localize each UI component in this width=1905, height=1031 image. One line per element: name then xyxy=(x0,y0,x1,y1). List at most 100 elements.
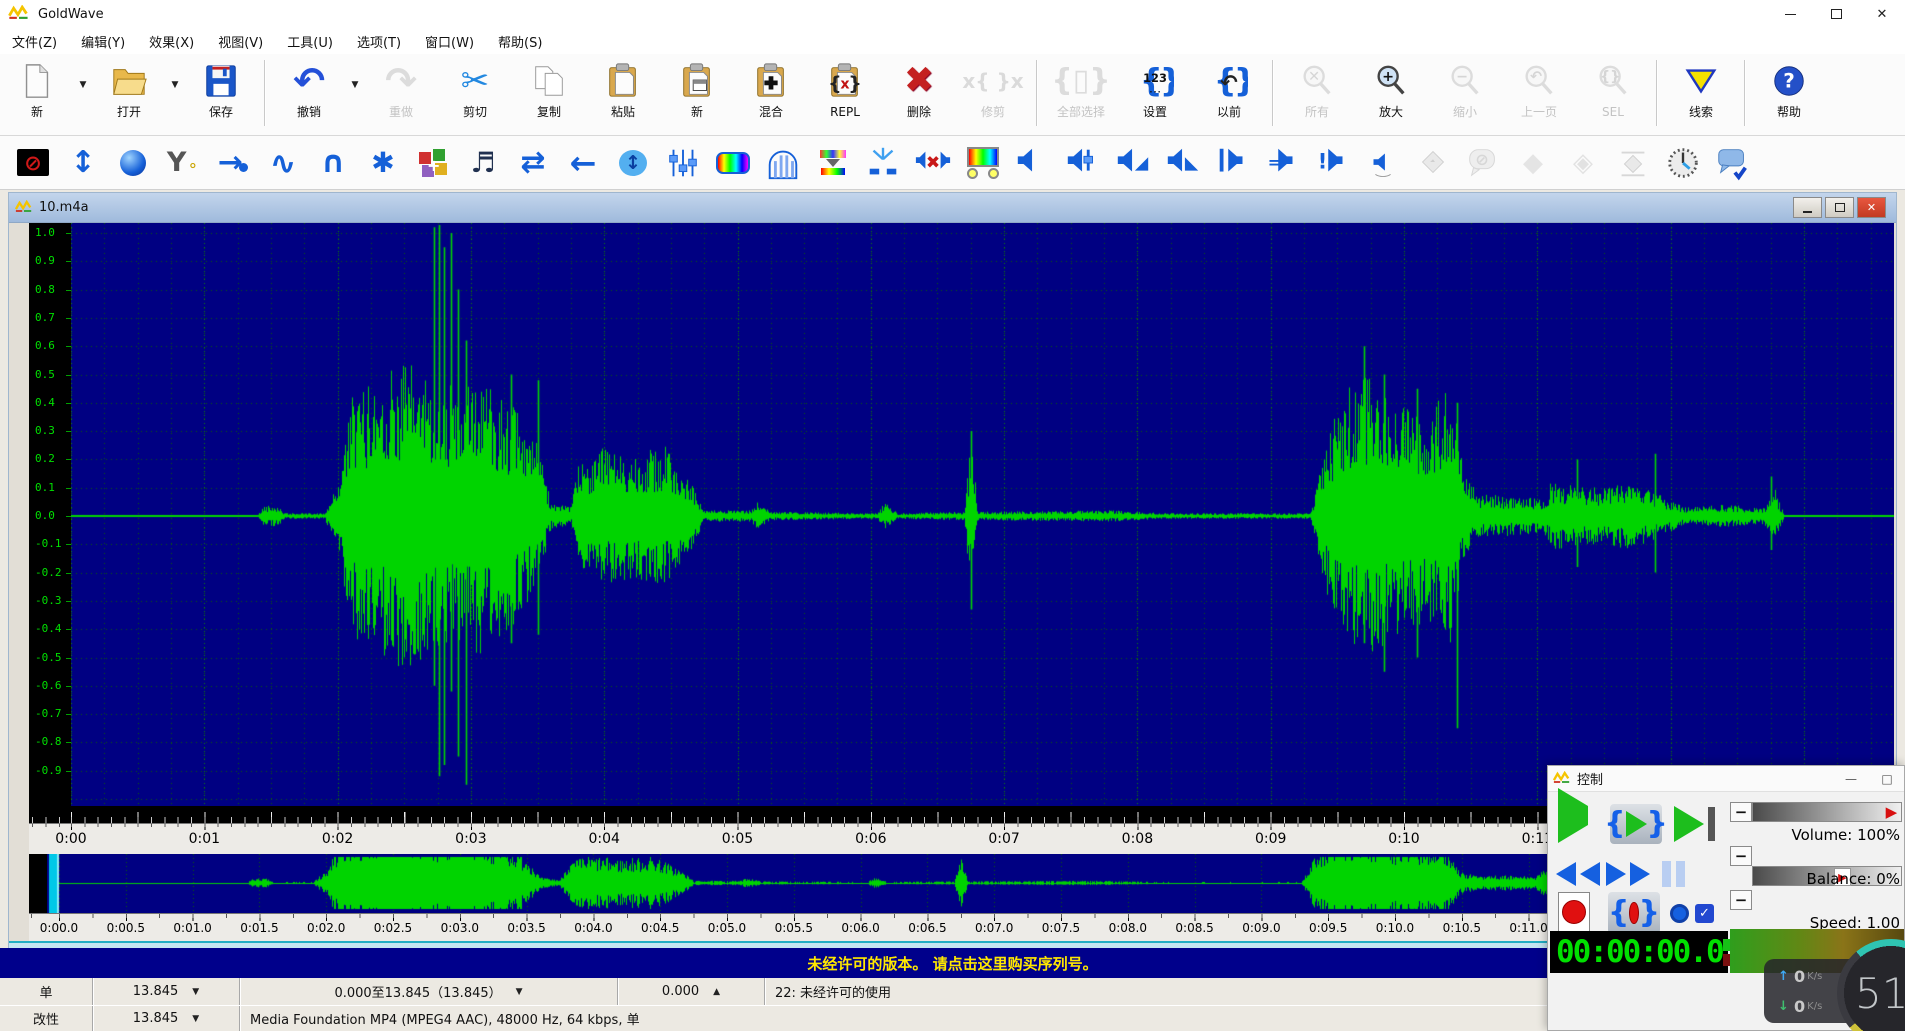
effect-button-offset[interactable]: ↕ xyxy=(614,143,652,183)
effect-button-volume-adjust[interactable] xyxy=(1064,143,1102,183)
app-close-button[interactable]: ✕ xyxy=(1859,0,1905,28)
effect-button-playback-rate[interactable]: ↕ xyxy=(64,143,102,183)
effect-button-volume[interactable] xyxy=(1014,143,1052,183)
amplitude-scale: 1.00.90.80.70.60.50.40.30.20.10.0-0.1-0.… xyxy=(29,223,71,806)
status-cell-text: 0.000至13.845（13.845） xyxy=(334,982,501,1001)
overview-axis-label: 0:04.5 xyxy=(641,921,679,935)
effect-button-silence[interactable]: ✖ xyxy=(914,143,952,183)
toolbar-button-new[interactable]: 新 xyxy=(0,58,74,120)
toolbar-button-mix[interactable]: 混合 xyxy=(734,58,808,120)
effect-button-monitor-toggle[interactable]: ⊘ xyxy=(14,143,52,183)
status-cell[interactable]: 0.000▲ xyxy=(618,978,765,1005)
toolbar-button-undo[interactable]: ↶撤销 xyxy=(272,58,346,120)
control-maximize-button[interactable]: □ xyxy=(1878,770,1896,788)
effect-button-volume-match[interactable]: = xyxy=(1264,143,1302,183)
menu-item-file[interactable]: 文件(Z) xyxy=(0,29,69,54)
effect-button-device-sphere[interactable] xyxy=(114,143,152,183)
overview-axis-label: 0:03.0 xyxy=(441,921,479,935)
effect-button-timer[interactable] xyxy=(1664,143,1702,183)
effect-button-fade-out[interactable] xyxy=(1164,143,1202,183)
status-cell-down-arrow-icon[interactable]: ▼ xyxy=(192,1014,199,1024)
status-cell[interactable]: 0.000至13.845（13.845） ▼ xyxy=(240,978,618,1005)
effect-button-volume-shape[interactable] xyxy=(1364,143,1402,183)
upload-unit: K/s xyxy=(1807,971,1822,982)
overview-axis-label: 0:09.0 xyxy=(1242,921,1280,935)
menu-item-edit[interactable]: 编辑(Y) xyxy=(69,29,137,54)
toolbar-button-trim: x{ }x修剪 xyxy=(956,58,1030,120)
toolbar-button-help[interactable]: ?帮助 xyxy=(1752,58,1826,120)
menu-item-effect[interactable]: 效果(X) xyxy=(137,29,206,54)
amplitude-label: 0.0 xyxy=(35,510,55,521)
effect-button-notation[interactable]: ♬ xyxy=(464,143,502,183)
effect-button-flanger[interactable]: ✱ xyxy=(364,143,402,183)
app-minimize-button[interactable] xyxy=(1767,0,1813,28)
menu-item-window[interactable]: 窗口(W) xyxy=(413,29,486,54)
volume-minus-button[interactable]: − xyxy=(1730,802,1752,822)
mag-minus-icon: − xyxy=(1446,58,1484,104)
effect-button-time-shift[interactable]: ← xyxy=(564,143,602,183)
toolbar-button-cue-point[interactable]: 线索 xyxy=(1664,58,1738,120)
undo-dropdown-button[interactable]: ▼ xyxy=(346,62,364,108)
toolbar-button-open[interactable]: 打开 xyxy=(92,58,166,120)
effect-button-fade-in[interactable] xyxy=(1114,143,1152,183)
effect-button-equalizer[interactable] xyxy=(664,143,702,183)
toolbar-button-delete[interactable]: ✖删除 xyxy=(882,58,956,120)
toolbar-button-set-selection[interactable]: {123…}设置 xyxy=(1118,58,1192,120)
effect-button-spectrum-band[interactable] xyxy=(714,143,752,183)
overview-axis-label: 0:09.5 xyxy=(1309,921,1347,935)
effect-button-spectrum-filter[interactable] xyxy=(814,143,852,183)
menu-item-help[interactable]: 帮助(S) xyxy=(486,29,554,54)
toolbar-button-previous-selection[interactable]: {↶}以前 xyxy=(1192,58,1266,120)
effect-button-color-mixer[interactable]: + xyxy=(414,143,452,183)
toolbar-button-replace[interactable]: { }xREPL xyxy=(808,58,882,120)
volume-slider-marker[interactable]: ▶ xyxy=(1886,804,1898,820)
effect-button-channel-mixer[interactable]: Y⚬ xyxy=(164,143,202,183)
effect-button-doppler[interactable]: ∿ xyxy=(264,143,302,183)
upload-arrow-icon: ↑ xyxy=(1778,969,1794,984)
clipboard-icon xyxy=(604,58,642,104)
effect-button-volume-maximize[interactable]: ! xyxy=(1314,143,1352,183)
control-titlebar[interactable]: 控制 — □ xyxy=(1548,766,1904,792)
toolbar-button-copy[interactable]: 复制 xyxy=(512,58,586,120)
toolbar-button-cut[interactable]: ✂剪切 xyxy=(438,58,512,120)
overview-axis-label: 0:02.5 xyxy=(374,921,412,935)
status-cell-up-arrow-icon[interactable]: ▲ xyxy=(713,987,720,997)
control-minimize-button[interactable]: — xyxy=(1842,770,1860,788)
menu-item-options[interactable]: 选项(T) xyxy=(345,29,413,54)
toolbar-button-save[interactable]: 保存 xyxy=(184,58,258,120)
effect-button-interpolate[interactable] xyxy=(864,143,902,183)
document-close-button[interactable]: ✕ xyxy=(1857,197,1886,218)
effect-button-exchange-channels[interactable]: ⇄ xyxy=(514,143,552,183)
status-cell-down-arrow-icon[interactable]: ▼ xyxy=(516,987,523,997)
effect-button-spectrogram-box[interactable] xyxy=(964,143,1002,183)
balance-minus-button[interactable]: − xyxy=(1730,846,1752,866)
status-cell[interactable]: 13.845▼ xyxy=(93,978,240,1005)
new-dropdown-button[interactable]: ▼ xyxy=(74,62,92,108)
toolbar-button-label: 粘贴 xyxy=(611,104,635,120)
open-dropdown-button[interactable]: ▼ xyxy=(166,62,184,108)
menu-item-view[interactable]: 视图(V) xyxy=(206,29,275,54)
effect-button-reverse[interactable]: ∩ xyxy=(314,143,352,183)
effect-button-volume-start[interactable] xyxy=(1214,143,1252,183)
speed-minus-button[interactable]: − xyxy=(1730,890,1752,910)
control-window: 控制 — □ {} {} ✓ − xyxy=(1547,765,1905,1031)
document-restore-button[interactable] xyxy=(1825,197,1854,218)
menu-item-tool[interactable]: 工具(U) xyxy=(275,29,345,54)
effect-button-filter-arch[interactable] xyxy=(764,143,802,183)
document-titlebar[interactable]: 10.m4a ✕ xyxy=(9,193,1896,223)
amplitude-label: -0.8 xyxy=(35,736,62,747)
status-cell[interactable]: 13.845▼ xyxy=(93,1006,240,1031)
effect-button-feedback[interactable] xyxy=(1714,143,1752,183)
effect-button-expression-evaluator[interactable]: → xyxy=(214,143,252,183)
toolbar-button-zoom-in[interactable]: +放大 xyxy=(1354,58,1428,120)
app-restore-button[interactable] xyxy=(1813,0,1859,28)
toolbar-button-paste-new[interactable]: 新 xyxy=(660,58,734,120)
status-cell-down-arrow-icon[interactable]: ▼ xyxy=(192,987,199,997)
waveform-canvas[interactable] xyxy=(71,223,1894,806)
volume-slider[interactable]: ▶ xyxy=(1752,802,1902,822)
toolbar-button-label: 修剪 xyxy=(981,104,1005,120)
folder-icon xyxy=(110,58,148,104)
play-button[interactable] xyxy=(1558,806,1588,825)
document-minimize-button[interactable] xyxy=(1793,197,1822,218)
toolbar-button-paste[interactable]: 粘贴 xyxy=(586,58,660,120)
